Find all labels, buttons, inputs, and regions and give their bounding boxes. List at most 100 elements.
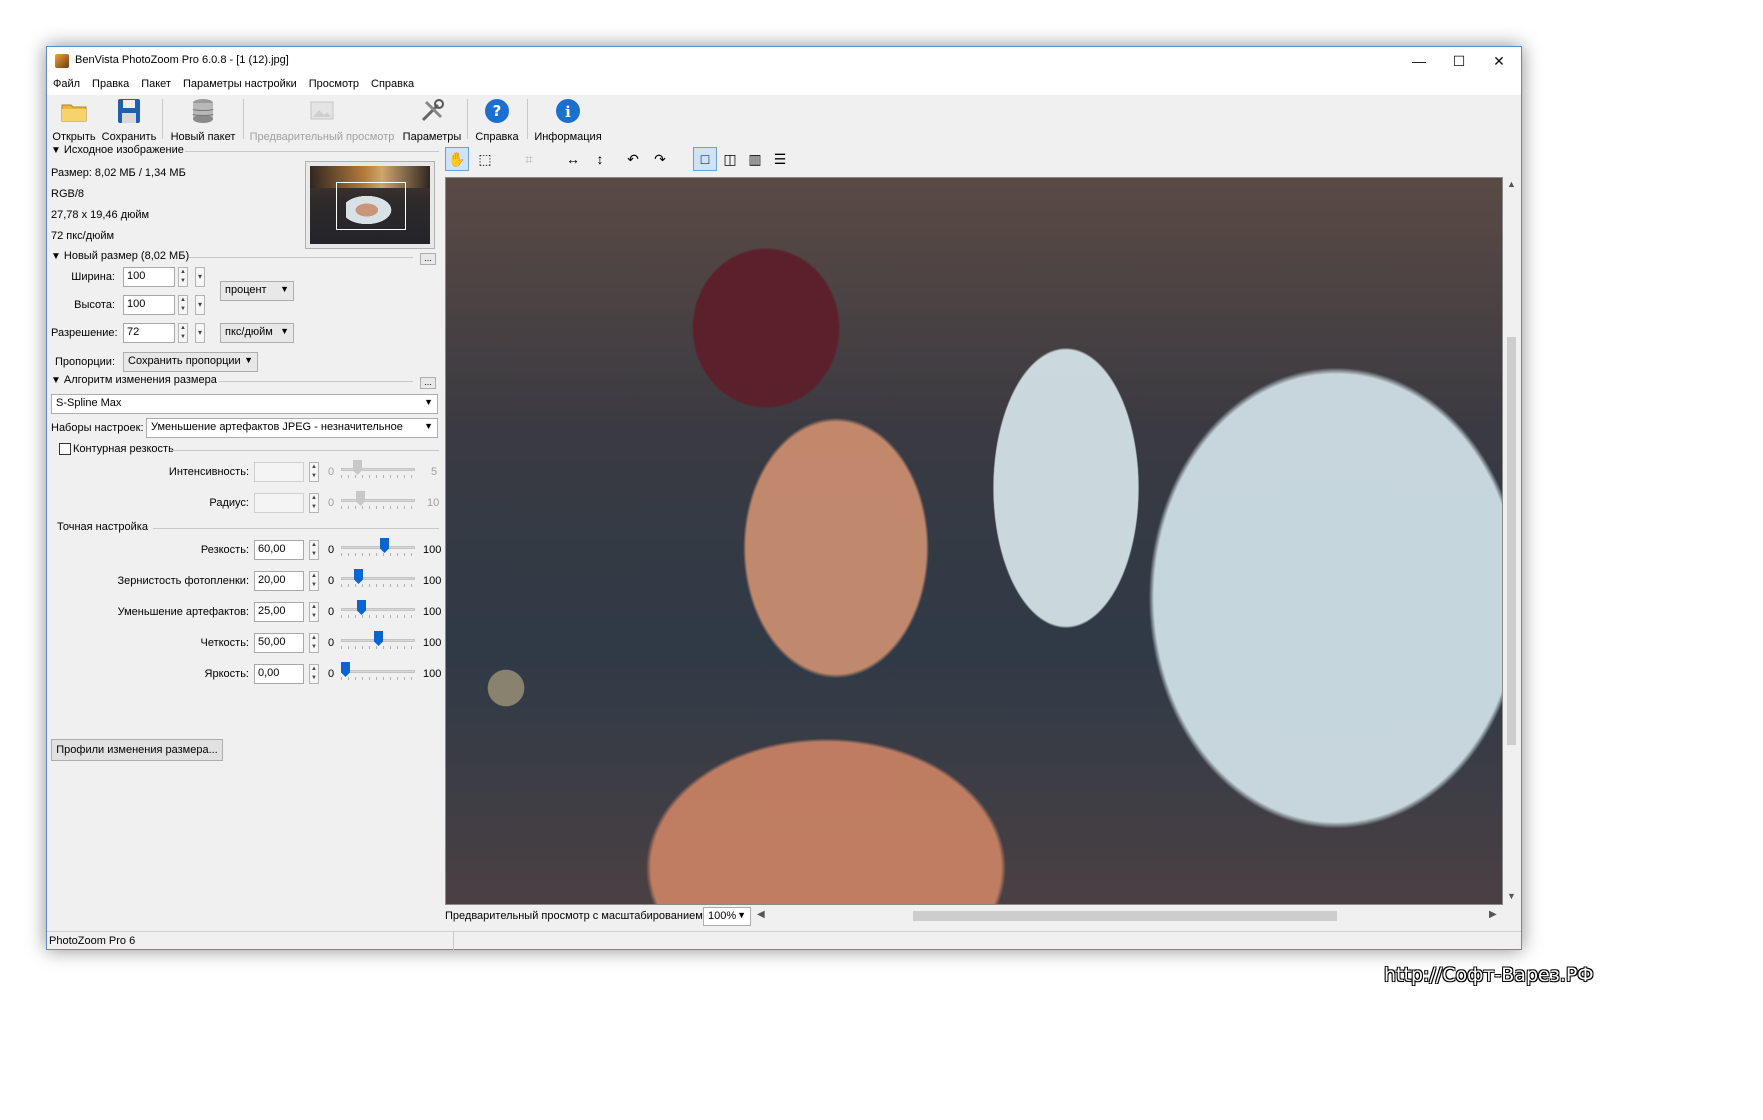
new-size-section-header[interactable]: ▼ Новый размер (8,02 МБ)	[51, 250, 189, 262]
radius-slider[interactable]	[341, 491, 415, 511]
app-icon	[55, 54, 69, 68]
intensity-input[interactable]	[254, 462, 304, 482]
minimize-button[interactable]: —	[1399, 47, 1439, 75]
width-label: Ширина:	[71, 271, 115, 283]
brightness-slider[interactable]	[341, 662, 415, 682]
settings-label: Параметры	[402, 131, 462, 143]
source-thumbnail[interactable]	[305, 161, 435, 249]
slider-ticks	[341, 506, 415, 509]
menu-settings[interactable]: Параметры настройки	[177, 75, 303, 93]
resolution-dropdown[interactable]: ▾	[195, 323, 205, 343]
hand-tool-icon[interactable]: ✋	[445, 147, 469, 171]
scroll-up-icon[interactable]: ▲	[1503, 179, 1520, 189]
new-batch-button[interactable]: Новый пакет	[167, 95, 239, 143]
zoom-select[interactable]: 100% ▼	[703, 907, 751, 926]
side-by-side-view-icon[interactable]: ▥	[743, 147, 767, 171]
split-view-icon[interactable]: ◫	[718, 147, 742, 171]
intensity-slider[interactable]	[341, 460, 415, 480]
scroll-left-icon[interactable]: ◀	[757, 909, 765, 920]
sharpness-spinner[interactable]: ▲ ▼	[309, 540, 319, 560]
sharpness-input[interactable]: 60,00	[254, 540, 304, 560]
resolution-unit-select[interactable]: пкс/дюйм ▼	[220, 323, 294, 343]
vertical-scrollbar[interactable]: ▲ ▼	[1503, 177, 1520, 905]
menu-view[interactable]: Просмотр	[303, 75, 365, 93]
radius-input[interactable]	[254, 493, 304, 513]
fit-height-icon[interactable]: ↕	[588, 147, 612, 171]
unsharp-mask-checkbox[interactable]	[59, 443, 71, 455]
clarity-input[interactable]: 50,00	[254, 633, 304, 653]
resolution-input[interactable]: 72	[123, 323, 175, 343]
height-dropdown[interactable]: ▾	[195, 295, 205, 315]
close-button[interactable]: ✕	[1479, 47, 1519, 75]
source-section-header[interactable]: ▼ Исходное изображение	[51, 144, 184, 156]
help-button[interactable]: ? Справка	[473, 95, 521, 143]
height-spinner[interactable]: ▲ ▼	[178, 295, 188, 315]
slider-thumb[interactable]	[353, 460, 362, 475]
radius-spinner[interactable]: ▲ ▼	[309, 493, 319, 513]
slider-thumb[interactable]	[357, 600, 366, 615]
horizontal-scrollbar[interactable]: ◀ ▶	[755, 909, 1501, 923]
settings-button[interactable]: Параметры	[401, 95, 463, 143]
brightness-spinner[interactable]: ▲ ▼	[309, 664, 319, 684]
algorithm-select[interactable]: S-Spline Max ▼	[51, 394, 438, 414]
open-button[interactable]: Открыть	[51, 95, 97, 143]
maximize-button[interactable]: ☐	[1439, 47, 1479, 75]
section-divider	[219, 381, 413, 382]
brightness-input[interactable]: 0,00	[254, 664, 304, 684]
marquee-select-icon[interactable]: ⬚	[473, 147, 497, 171]
viewport-selection-rect[interactable]	[336, 182, 406, 230]
save-button[interactable]: Сохранить	[101, 95, 157, 143]
artifact-reduction-spinner[interactable]: ▲ ▼	[309, 602, 319, 622]
slider-thumb[interactable]	[380, 538, 389, 553]
menu-edit[interactable]: Правка	[86, 75, 135, 93]
menu-help[interactable]: Справка	[365, 75, 420, 93]
info-icon: i	[556, 99, 580, 123]
width-input[interactable]: 100	[123, 267, 175, 287]
menu-file[interactable]: Файл	[47, 75, 86, 93]
rotate-right-icon[interactable]: ↷	[648, 147, 672, 171]
section-divider	[171, 450, 439, 451]
fit-width-icon[interactable]: ↔	[561, 147, 585, 171]
intensity-spinner[interactable]: ▲ ▼	[309, 462, 319, 482]
film-grain-input[interactable]: 20,00	[254, 571, 304, 591]
algorithm-more-button[interactable]: ...	[420, 377, 436, 389]
clarity-spinner[interactable]: ▲ ▼	[309, 633, 319, 653]
preview-label: Предварительный просмотр	[249, 131, 395, 143]
preview-button[interactable]: Предварительный просмотр	[249, 95, 395, 143]
width-dropdown[interactable]: ▾	[195, 267, 205, 287]
resize-profiles-button[interactable]: Профили изменения размера...	[51, 739, 223, 761]
new-size-more-button[interactable]: ...	[420, 253, 436, 265]
info-button[interactable]: i Информация	[533, 95, 603, 143]
preset-select[interactable]: Уменьшение артефактов JPEG - незначитель…	[146, 418, 438, 438]
sharpness-label: Резкость:	[200, 544, 249, 556]
scroll-right-icon[interactable]: ▶	[1489, 909, 1497, 920]
width-spinner[interactable]: ▲ ▼	[178, 267, 188, 287]
crop-icon[interactable]: ⌗	[517, 147, 541, 171]
stacked-view-icon[interactable]: ☰	[768, 147, 792, 171]
radius-max: 10	[427, 497, 440, 509]
vertical-scroll-thumb[interactable]	[1507, 337, 1516, 745]
algorithm-section-header[interactable]: ▼ Алгоритм изменения размера	[51, 374, 217, 386]
height-input[interactable]: 100	[123, 295, 175, 315]
scroll-down-icon[interactable]: ▼	[1503, 891, 1520, 901]
image-preview[interactable]	[445, 177, 1503, 905]
slider-thumb[interactable]	[354, 569, 363, 584]
horizontal-scroll-thumb[interactable]	[913, 911, 1337, 921]
film-grain-spinner[interactable]: ▲ ▼	[309, 571, 319, 591]
resolution-spinner[interactable]: ▲ ▼	[178, 323, 188, 343]
slider-thumb[interactable]	[341, 662, 350, 677]
slider-thumb[interactable]	[356, 491, 365, 506]
sharpness-slider[interactable]	[341, 538, 415, 558]
artifact-reduction-input[interactable]: 25,00	[254, 602, 304, 622]
proportions-select[interactable]: Сохранить пропорции ▼	[123, 352, 258, 372]
menu-batch[interactable]: Пакет	[135, 75, 177, 93]
resolution-label: Разрешение:	[51, 327, 118, 339]
single-view-icon[interactable]: □	[693, 147, 717, 171]
slider-thumb[interactable]	[374, 631, 383, 646]
artifact-reduction-slider[interactable]	[341, 600, 415, 620]
clarity-slider[interactable]	[341, 631, 415, 651]
floppy-disk-icon	[118, 99, 140, 123]
size-unit-select[interactable]: процент ▼	[220, 281, 294, 301]
rotate-left-icon[interactable]: ↶	[621, 147, 645, 171]
film-grain-slider[interactable]	[341, 569, 415, 589]
